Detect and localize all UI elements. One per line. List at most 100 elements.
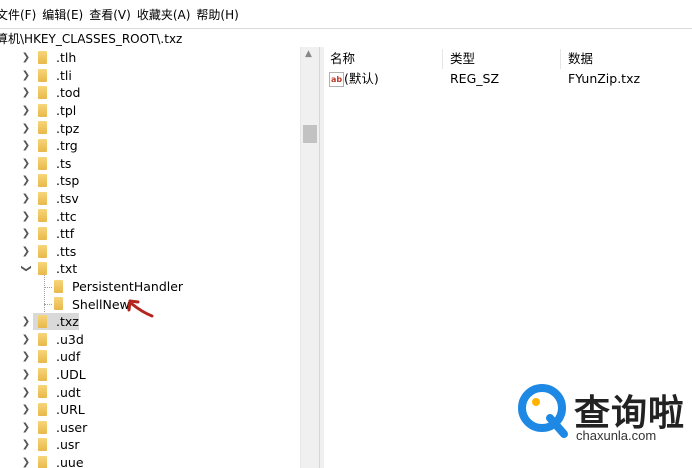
tree-item[interactable]: ❯ .usr bbox=[0, 436, 300, 454]
chevron-right-icon[interactable]: ❯ bbox=[20, 190, 32, 207]
chevron-right-icon[interactable]: ❯ bbox=[20, 208, 32, 225]
folder-open-icon bbox=[38, 262, 47, 276]
tree-item[interactable]: ❯ .tsp bbox=[0, 172, 300, 190]
column-separator[interactable] bbox=[442, 49, 443, 69]
tree-item-label: .tlh bbox=[56, 50, 77, 66]
chevron-right-icon[interactable]: ❯ bbox=[20, 120, 32, 137]
chevron-right-icon[interactable]: ❯ bbox=[20, 137, 32, 154]
chevron-right-icon[interactable]: ❯ bbox=[20, 436, 32, 453]
chevron-right-icon[interactable]: ❯ bbox=[20, 172, 32, 189]
menu-help[interactable]: 帮助(H) bbox=[194, 6, 244, 23]
tree-item[interactable]: ❯ .tpz bbox=[0, 119, 300, 137]
tree-item-label: .URL bbox=[56, 402, 85, 418]
tree-item-label: ShellNew bbox=[72, 296, 130, 312]
value-type: REG_SZ bbox=[450, 71, 500, 86]
watermark-url: chaxunla.com bbox=[576, 428, 657, 443]
annotation-arrow-icon bbox=[127, 299, 154, 318]
folder-icon bbox=[38, 121, 47, 135]
chevron-right-icon[interactable]: ❯ bbox=[20, 49, 32, 66]
tree-item[interactable]: ❯ .uue bbox=[0, 454, 300, 468]
chevron-right-icon[interactable]: ❯ bbox=[20, 313, 32, 330]
tree-item-label: .tpz bbox=[56, 120, 80, 136]
tree-item[interactable]: ❯ .URL bbox=[0, 401, 300, 419]
chevron-right-icon[interactable]: ❯ bbox=[20, 366, 32, 383]
tree-item-label: .tli bbox=[56, 67, 72, 83]
tree-item-label: PersistentHandler bbox=[72, 279, 184, 295]
tree-item-label: .tsv bbox=[56, 191, 79, 207]
chevron-right-icon[interactable]: ❯ bbox=[20, 401, 32, 418]
chevron-right-icon[interactable]: ❯ bbox=[20, 102, 32, 119]
tree-item[interactable]: ❯ .tod bbox=[0, 84, 300, 102]
tree-subitem[interactable]: PersistentHandler bbox=[0, 278, 300, 296]
tree-item[interactable]: ❯ .ttf bbox=[0, 225, 300, 243]
tree-item[interactable]: ❯ .udf bbox=[0, 348, 300, 366]
column-header-type[interactable]: 类型 bbox=[444, 47, 475, 69]
menu-file[interactable]: 文件(F) bbox=[0, 6, 42, 23]
menu-view[interactable]: 查看(V) bbox=[87, 6, 137, 23]
chevron-right-icon[interactable]: ❯ bbox=[20, 331, 32, 348]
folder-icon bbox=[38, 174, 47, 188]
chevron-right-icon[interactable]: ❯ bbox=[20, 348, 32, 365]
chevron-down-icon[interactable]: ❯ bbox=[18, 263, 35, 275]
string-value-icon: ab bbox=[329, 72, 344, 87]
chevron-right-icon[interactable]: ❯ bbox=[20, 243, 32, 260]
address-bar[interactable]: 算机\HKEY_CLASSES_ROOT\.txz bbox=[0, 28, 692, 48]
folder-icon bbox=[38, 244, 47, 258]
chevron-right-icon[interactable]: ❯ bbox=[20, 454, 32, 468]
tree-item-label: .tts bbox=[56, 243, 77, 259]
chevron-right-icon[interactable]: ❯ bbox=[20, 155, 32, 172]
folder-icon bbox=[38, 86, 47, 100]
chevron-right-icon[interactable]: ❯ bbox=[20, 84, 32, 101]
tree-item[interactable]: ❯ .tpl bbox=[0, 102, 300, 120]
column-separator[interactable] bbox=[560, 49, 561, 69]
tree-item-label: .uue bbox=[56, 455, 84, 468]
folder-icon bbox=[38, 227, 47, 240]
tree-item[interactable]: ❯ .tli bbox=[0, 67, 300, 85]
tree-item[interactable]: ❯ .ttc bbox=[0, 207, 300, 225]
tree-item-label: .u3d bbox=[56, 331, 84, 347]
tree-item-label: .ttf bbox=[56, 226, 75, 242]
folder-icon bbox=[54, 279, 63, 293]
tree-item[interactable]: ❯ .tsv bbox=[0, 190, 300, 208]
tree-item[interactable]: ❯ .udt bbox=[0, 383, 300, 401]
tree-item-label: .tod bbox=[56, 85, 81, 101]
chevron-right-icon[interactable]: ❯ bbox=[20, 225, 32, 242]
registry-tree: ❯ .tlh ❯ .tli ❯ .tod ❯ .tpl ❯ .tpz ❯ .tr… bbox=[0, 47, 300, 468]
tree-scrollbar[interactable]: ▲ bbox=[300, 47, 319, 468]
folder-icon bbox=[38, 191, 47, 205]
tree-item[interactable]: ❯ .trg bbox=[0, 137, 300, 155]
folder-icon bbox=[38, 156, 47, 170]
scroll-thumb[interactable] bbox=[303, 125, 317, 143]
chevron-right-icon[interactable]: ❯ bbox=[20, 419, 32, 436]
folder-icon bbox=[38, 350, 47, 364]
tree-item[interactable]: ❯ .user bbox=[0, 419, 300, 437]
tree-item-label: .txz bbox=[56, 314, 79, 330]
tree-item-label: .ttc bbox=[56, 208, 77, 224]
tree-item[interactable]: ❯ .tts bbox=[0, 243, 300, 261]
watermark-logo-icon bbox=[518, 384, 568, 438]
tree-item-label: .user bbox=[56, 419, 88, 435]
folder-icon bbox=[38, 438, 47, 452]
folder-icon bbox=[38, 139, 47, 152]
column-header-name[interactable]: 名称 bbox=[324, 47, 355, 69]
tree-item[interactable]: ❯ .u3d bbox=[0, 331, 300, 349]
tree-item-expanded[interactable]: ❯ .txt bbox=[0, 260, 300, 278]
tree-item-label: .udf bbox=[56, 349, 81, 365]
tree-item[interactable]: ❯ .tlh bbox=[0, 49, 300, 67]
scroll-up-arrow-icon[interactable]: ▲ bbox=[305, 49, 312, 59]
chevron-right-icon[interactable]: ❯ bbox=[20, 384, 32, 401]
address-path[interactable]: 算机\HKEY_CLASSES_ROOT\.txz bbox=[0, 30, 182, 47]
tree-item-label: .usr bbox=[56, 437, 80, 453]
menu-bar: 文件(F) 编辑(E) 查看(V) 收藏夹(A) 帮助(H) bbox=[0, 0, 692, 28]
folder-icon bbox=[38, 68, 47, 82]
value-name: (默认) bbox=[344, 71, 379, 86]
watermark: 查询啦 chaxunla.com bbox=[516, 378, 692, 444]
tree-item[interactable]: ❯ .ts bbox=[0, 155, 300, 173]
tree-item-label: .udt bbox=[56, 384, 81, 400]
column-header-data[interactable]: 数据 bbox=[562, 47, 593, 69]
value-row[interactable]: ab (默认) REG_SZ FYunZip.txz bbox=[324, 69, 692, 89]
tree-item[interactable]: ❯ .UDL bbox=[0, 366, 300, 384]
menu-edit[interactable]: 编辑(E) bbox=[40, 6, 89, 23]
menu-favorites[interactable]: 收藏夹(A) bbox=[135, 6, 197, 23]
chevron-right-icon[interactable]: ❯ bbox=[20, 67, 32, 84]
